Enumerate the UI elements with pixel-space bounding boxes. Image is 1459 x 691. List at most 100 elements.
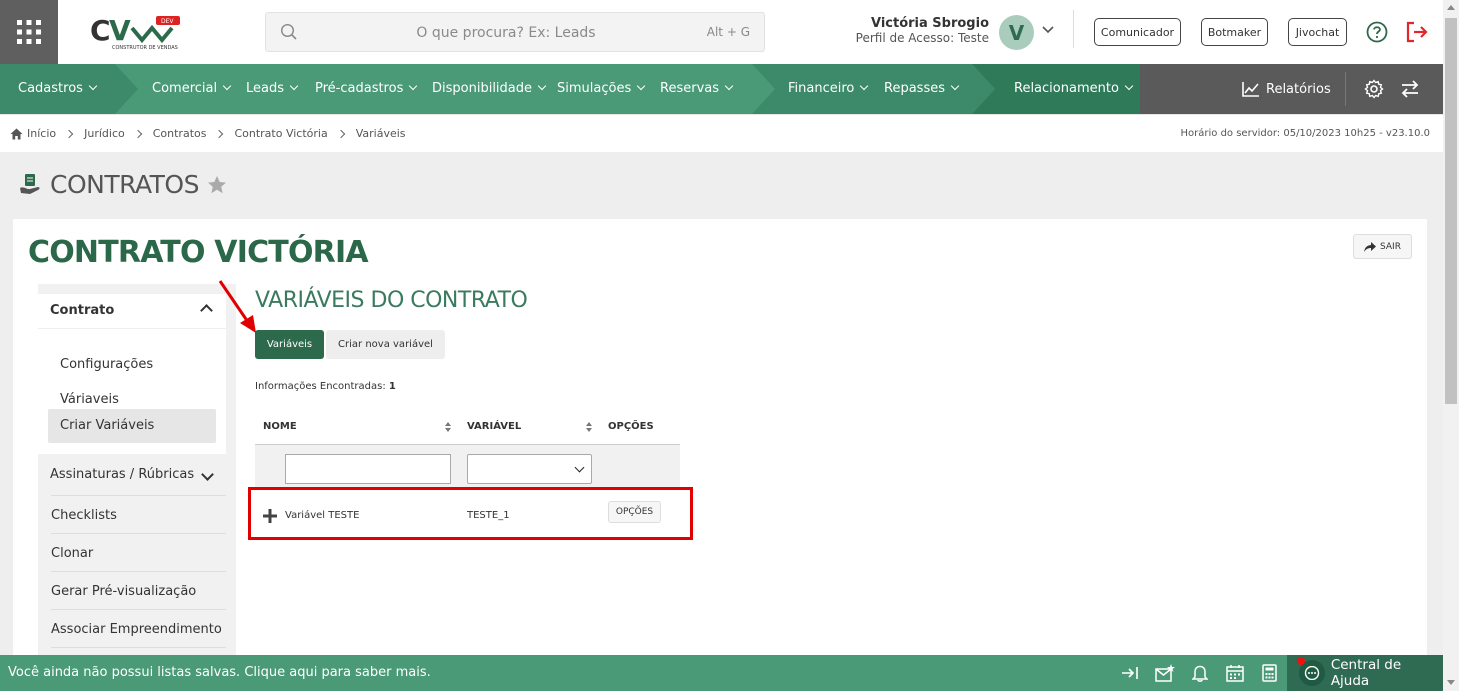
breadcrumb-inicio[interactable]: Início [27,127,56,140]
annotation-arrow-icon [218,280,256,333]
divider [51,647,226,648]
breadcrumb-variaveis: Variáveis [355,127,406,140]
svg-text:DEV: DEV [161,18,174,25]
chevron-down-icon[interactable] [1042,26,1054,34]
sidebar-link-associar[interactable]: Associar Empreendimento [51,622,222,637]
filter-variable-select[interactable] [467,454,592,484]
bell-icon[interactable] [1192,664,1208,682]
nav-repasses[interactable]: Repasses [884,64,960,114]
mail-star-icon[interactable] [1155,664,1175,682]
divider [51,609,226,610]
divider [38,328,226,329]
search-box: Alt + G [265,12,765,52]
filter-name-input[interactable] [285,454,451,484]
tab-variaveis[interactable]: Variáveis [255,330,324,359]
nav-cadastros[interactable]: Cadastros [18,64,98,114]
nav-pre-cadastros[interactable]: Pré-cadastros [315,64,418,114]
results-label: Informações Encontradas: [255,381,386,392]
avatar[interactable]: V [999,15,1034,50]
sidebar-section-title[interactable]: Contrato [50,303,114,318]
exit-button[interactable]: SAIR [1353,234,1412,259]
chart-line-icon [1242,82,1259,97]
breadcrumb-contratos[interactable]: Contratos [153,127,207,140]
apps-grid-button[interactable] [0,0,58,64]
contract-title: CONTRATO VICTÓRIA [28,235,369,270]
divider [1345,72,1346,106]
svg-text:V: V [109,14,131,47]
sidebar-link-clonar[interactable]: Clonar [51,546,93,561]
breadcrumb-bar: Início Jurídico Contratos Contrato Victó… [0,114,1443,152]
scrollbar-thumb[interactable] [1445,18,1457,404]
divider [51,533,226,534]
search-shortcut: Alt + G [706,25,750,39]
bottom-bar: Você ainda não possui listas salvas. Cli… [0,655,1443,691]
help-center-button[interactable]: Central de Ajuda [1287,655,1443,691]
logout-icon[interactable] [1405,21,1429,43]
user-info[interactable]: Victória Sbrogio Perfil de Acesso: Teste [856,16,989,45]
breadcrumb: Início Jurídico Contratos Contrato Victó… [10,127,406,140]
sidebar: Contrato Configurações Váriaveis Criar V… [38,284,236,656]
star-icon[interactable] [207,175,227,195]
divider [51,571,226,572]
svg-text:C: C [90,14,111,47]
sidebar-link-checklists[interactable]: Checklists [51,508,117,523]
sidebar-link-pre-visualizacao[interactable]: Gerar Pré-visualização [51,584,196,599]
gear-icon[interactable] [1364,79,1384,99]
nav-simulacoes[interactable]: Simulações [557,64,646,114]
sidebar-item-variaveis[interactable]: Váriaveis [60,392,119,407]
column-header-opcoes: OPÇÕES [608,421,654,432]
column-header-nome[interactable]: NOME [263,421,297,432]
nav-financeiro[interactable]: Financeiro [788,64,869,114]
svg-text:CONSTRUTOR DE VENDAS: CONSTRUTOR DE VENDAS [112,45,178,51]
jivochat-button[interactable]: Jivochat [1288,18,1347,46]
home-icon [10,128,23,139]
highlight-box [248,487,693,540]
breadcrumb-contrato[interactable]: Contrato Victória [234,127,327,140]
swap-icon[interactable] [1400,79,1420,99]
chat-bubble-icon [1297,657,1325,686]
search-icon [280,23,297,40]
nav-reservas[interactable]: Reservas [660,64,734,114]
sort-icon[interactable] [585,421,593,433]
botmaker-button[interactable]: Botmaker [1201,18,1268,46]
main-nav: Cadastros Comercial Leads Pré-cadastros … [0,64,1443,114]
cv-logo[interactable]: C V DEV CONSTRUTOR DE VENDAS [88,12,188,54]
calendar-icon[interactable] [1226,664,1244,682]
saved-lists-message[interactable]: Você ainda não possui listas salvas. Cli… [8,665,431,680]
top-bar: C V DEV CONSTRUTOR DE VENDAS Alt + G Vic… [0,0,1443,64]
help-icon[interactable] [1366,21,1388,43]
sidebar-link-assinaturas[interactable]: Assinaturas / Rúbricas [50,467,194,482]
sidebar-item-criar-variaveis[interactable]: Criar Variáveis [48,409,216,443]
chevron-up-icon[interactable] [200,304,213,317]
results-info: Informações Encontradas: 1 [255,381,396,392]
divider [51,495,226,496]
share-arrow-icon [1364,241,1377,252]
divider [1073,10,1074,48]
user-name: Victória Sbrogio [870,16,989,31]
collapse-right-icon[interactable] [1121,664,1139,682]
nav-relacionamento[interactable]: Relacionamento [1014,64,1134,114]
section-title: VARIÁVEIS DO CONTRATO [255,288,528,313]
nav-relatorios[interactable]: Relatórios [1242,64,1331,114]
page-header: CONTRATOS [18,170,227,199]
sort-icon[interactable] [444,421,452,433]
sidebar-section-contrato: Contrato Configurações Váriaveis Criar V… [38,294,226,454]
server-time: Horário do servidor: 05/10/2023 10h25 - … [1180,128,1430,139]
user-profile: Perfil de Acesso: Teste [855,31,989,45]
nav-leads[interactable]: Leads [246,64,299,114]
results-count: 1 [388,381,396,392]
tab-criar-nova-variavel[interactable]: Criar nova variável [326,330,445,359]
calculator-icon[interactable] [1262,664,1277,682]
sidebar-item-configuracoes[interactable]: Configurações [60,357,153,372]
breadcrumb-juridico[interactable]: Jurídico [84,127,125,140]
chevron-down-icon[interactable] [201,468,214,481]
column-header-variavel[interactable]: VARIÁVEL [467,421,521,432]
nav-disponibilidade[interactable]: Disponibilidade [432,64,547,114]
page-title: CONTRATOS [50,170,199,199]
contract-hand-icon [20,173,40,194]
grid-icon [17,20,41,44]
search-input[interactable] [326,21,686,45]
page-scrollbar[interactable] [1443,0,1459,691]
comunicador-button[interactable]: Comunicador [1094,18,1181,46]
nav-comercial[interactable]: Comercial [152,64,232,114]
